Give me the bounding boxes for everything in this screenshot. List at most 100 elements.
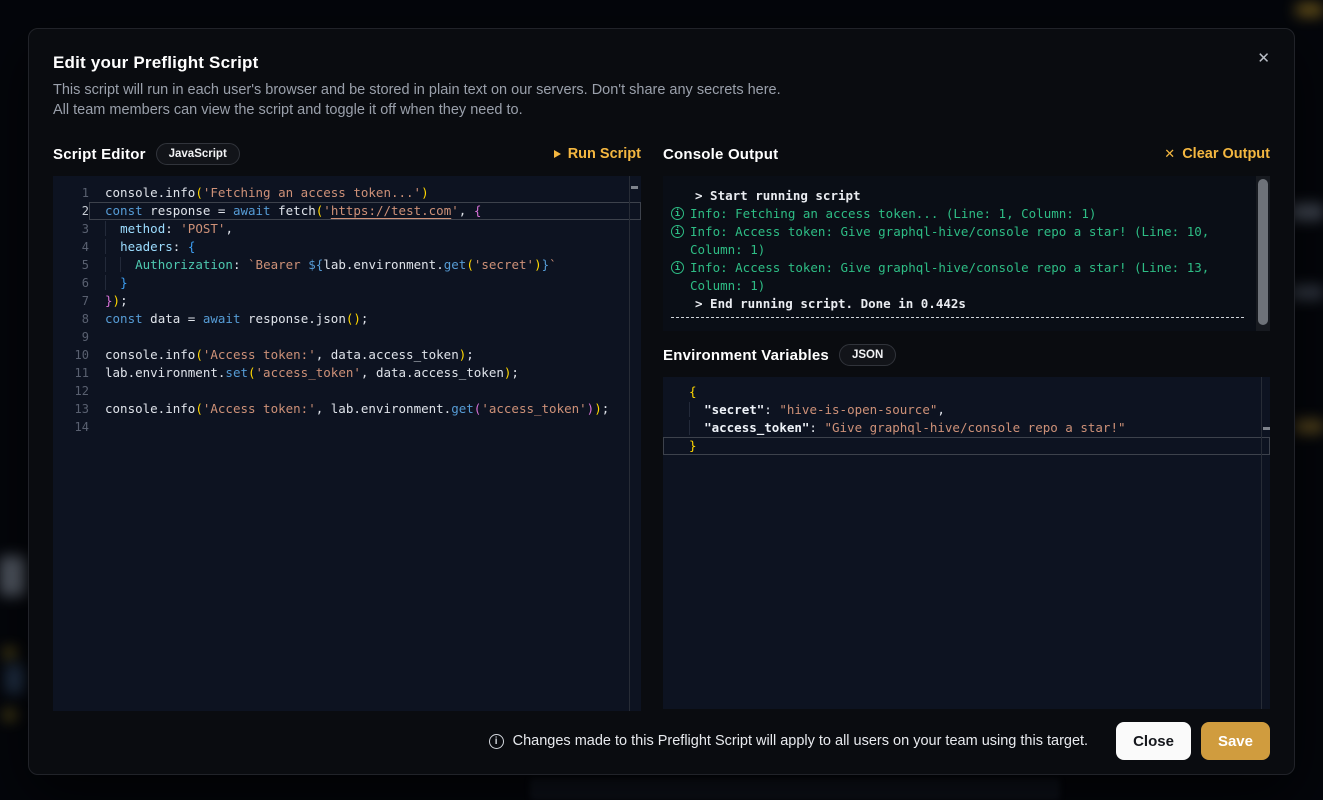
code-line[interactable]: } — [663, 437, 1270, 455]
code-token: `Bearer — [248, 257, 308, 272]
console-entry: iInfo: Access token: Give graphql-hive/c… — [671, 223, 1244, 259]
console-scrollbar[interactable] — [1258, 179, 1268, 325]
console-title: Console Output — [663, 146, 778, 163]
line-number: 4 — [53, 238, 89, 256]
console-entry: i Info: Access token: Give graphql-hive/c… — [671, 259, 1244, 295]
code-token: console.info — [105, 401, 195, 416]
console-entry: > End running script. Done in 0.442s — [671, 295, 1244, 313]
info-icon: i — [489, 734, 504, 749]
code-token: ( — [466, 257, 474, 272]
code-line-content: Authorization: `Bearer ${lab.environment… — [89, 256, 641, 274]
code-line[interactable]: 2const response = await fetch('https://t… — [53, 202, 641, 220]
code-token: { — [689, 384, 697, 399]
code-line[interactable]: 12 — [53, 382, 641, 400]
code-line-content: headers: { — [89, 238, 641, 256]
minimap-mark — [631, 186, 638, 189]
code-token — [105, 239, 120, 254]
console-entry-text: > Start running script — [690, 187, 1244, 205]
code-line[interactable]: "secret": "hive-is-open-source", — [663, 401, 1270, 419]
language-badge: JavaScript — [156, 143, 240, 165]
code-line[interactable]: 9 — [53, 328, 641, 346]
code-line-content: method: 'POST', — [89, 220, 641, 238]
code-token: ( — [248, 365, 256, 380]
code-line[interactable]: 6 } — [53, 274, 641, 292]
code-token: () — [346, 311, 361, 326]
run-script-button[interactable]: Run Script — [554, 146, 641, 162]
clear-icon: ✕ — [1164, 147, 1175, 162]
code-line[interactable]: 3 method: 'POST', — [53, 220, 641, 238]
env-variables-editor[interactable]: { "secret": "hive-is-open-source", "acce… — [663, 377, 1270, 709]
dialog-description: This script will run in each user's brow… — [53, 80, 1270, 120]
code-line-content: lab.environment.set('access_token', data… — [89, 364, 641, 382]
code-line[interactable]: 5 Authorization: `Bearer ${lab.environme… — [53, 256, 641, 274]
code-token: ; — [120, 293, 128, 308]
backdrop-blur — [4, 648, 16, 658]
json-badge: JSON — [839, 344, 896, 366]
code-line[interactable]: 1console.info('Fetching an access token.… — [53, 184, 641, 202]
code-token: lab.environment. — [323, 257, 443, 272]
dialog-body: Script Editor JavaScript Run Script 1con… — [53, 142, 1270, 711]
info-icon: i — [671, 225, 684, 238]
code-line-content: { — [663, 383, 1270, 401]
code-token: ' — [323, 203, 331, 218]
code-line[interactable]: 13console.info('Access token:', lab.envi… — [53, 400, 641, 418]
preflight-script-dialog: Edit your Preflight Script ✕ This script… — [28, 28, 1295, 775]
save-button[interactable]: Save — [1201, 722, 1270, 760]
console-entry-text: Info: Access token: Give graphql-hive/co… — [690, 259, 1244, 295]
script-editor-header: Script Editor JavaScript Run Script — [53, 142, 641, 166]
dialog-footer: i Changes made to this Preflight Script … — [53, 711, 1270, 772]
code-token: ' — [451, 203, 459, 218]
code-token: ( — [195, 347, 203, 362]
clear-output-button[interactable]: ✕ Clear Output — [1164, 146, 1270, 162]
code-line[interactable]: 10console.info('Access token:', data.acc… — [53, 346, 641, 364]
code-token: "hive-is-open-source" — [779, 402, 937, 417]
editor-overview-ruler — [1261, 377, 1262, 709]
code-line[interactable]: "access_token": "Give graphql-hive/conso… — [663, 419, 1270, 437]
description-line: This script will run in each user's brow… — [53, 80, 1270, 100]
line-number: 8 — [53, 310, 89, 328]
code-token: 'Fetching an access token...' — [203, 185, 421, 200]
script-editor-title: Script Editor — [53, 146, 146, 163]
code-line[interactable]: 7}); — [53, 292, 641, 310]
code-token: : — [165, 221, 180, 236]
code-line-content: console.info('Access token:', lab.enviro… — [89, 400, 641, 418]
code-token: console.info — [105, 347, 195, 362]
info-icon: i — [671, 207, 684, 220]
code-token: 'Access token:' — [203, 401, 316, 416]
code-token: await — [233, 203, 271, 218]
env-variables-header: Environment Variables JSON — [663, 343, 1270, 367]
console-entries: > Start running scriptiInfo: Fetching an… — [671, 187, 1244, 318]
backdrop-blur — [4, 710, 16, 720]
script-code-editor[interactable]: 1console.info('Fetching an access token.… — [53, 176, 641, 711]
info-icon: i — [671, 205, 690, 220]
info-icon: i — [671, 261, 684, 274]
close-button[interactable]: Close — [1116, 722, 1191, 760]
code-token: "access_token" — [704, 420, 809, 435]
code-line[interactable]: { — [663, 383, 1270, 401]
line-number: 9 — [53, 328, 89, 346]
footer-note: i Changes made to this Preflight Script … — [489, 733, 1088, 749]
backdrop-blur — [1294, 420, 1323, 433]
code-token: , — [937, 402, 945, 417]
console-entry: iInfo: Fetching an access token... (Line… — [671, 205, 1244, 223]
code-line[interactable]: 14 — [53, 418, 641, 436]
line-number: 14 — [53, 418, 89, 436]
code-line[interactable]: 4 headers: { — [53, 238, 641, 256]
code-token: set — [225, 365, 248, 380]
code-token: lab.environment. — [105, 365, 225, 380]
close-icon[interactable]: ✕ — [1257, 51, 1270, 66]
code-token — [689, 420, 704, 435]
line-number: 2 — [53, 202, 89, 220]
code-line-content — [89, 328, 641, 346]
code-token: ) — [113, 293, 121, 308]
code-line[interactable]: 8const data = await response.json(); — [53, 310, 641, 328]
code-token: , — [225, 221, 233, 236]
code-line[interactable]: 11lab.environment.set('access_token', da… — [53, 364, 641, 382]
code-token: } — [105, 293, 113, 308]
code-line-content — [89, 382, 641, 400]
code-token — [105, 257, 120, 272]
code-token: } — [542, 257, 550, 272]
code-token: { — [188, 239, 196, 254]
code-token: , — [459, 203, 474, 218]
info-icon: i — [671, 259, 690, 274]
